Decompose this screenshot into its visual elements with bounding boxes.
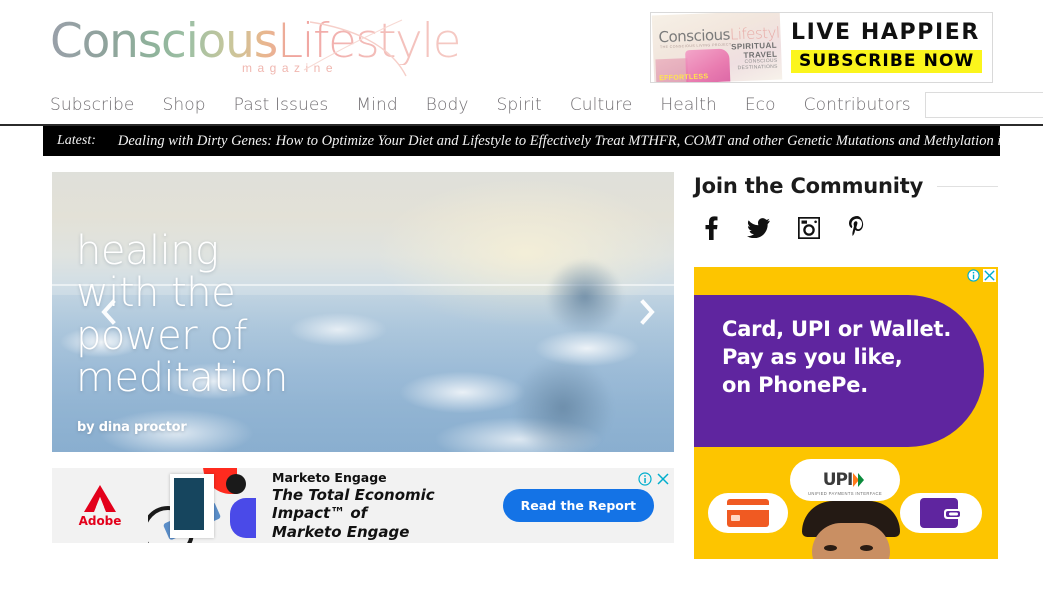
coverline-4: DESTINATIONS [737,63,778,72]
phonepe-ad-controls [967,269,996,282]
adobe-ad-copy: Marketo Engage The Total Economic Impact… [256,470,503,541]
site-logo[interactable]: ConsciousLifestyle magazine [50,12,460,77]
upi-subtitle: UNIFIED PAYMENTS INTERFACE [807,491,883,496]
carousel-prev-button[interactable] [94,292,124,332]
phonepe-ad[interactable]: Card, UPI or Wallet. Pay as you like, on… [694,267,998,559]
adobe-ad-kicker: Marketo Engage [272,470,387,486]
community-divider [937,185,998,187]
nav-item-eco[interactable]: Eco [731,95,790,115]
ad-info-icon[interactable] [638,472,652,486]
credit-card-icon [727,499,769,527]
nav-items: Subscribe Shop Past Issues Mind Body Spi… [50,95,925,115]
read-the-report-button[interactable]: Read the Report [502,489,654,522]
twitter-icon[interactable] [747,218,770,239]
model-eye-left [824,545,837,551]
hero-title-line-4: meditation [76,355,288,402]
wallet-badge [900,493,982,533]
ad-art-report-cover [170,474,214,538]
phonepe-model-photo [802,501,900,559]
adobe-a-icon [84,485,116,512]
instagram-icon[interactable] [797,216,821,240]
model-face [812,523,890,559]
site-header: ConsciousLifestyle magazine ConsciousLif… [0,0,1043,86]
model-eye-right [860,545,873,551]
phonepe-ad-copy: Card, UPI or Wallet. Pay as you like, on… [722,315,951,399]
nav-item-mind[interactable]: Mind [342,95,411,115]
adobe-ad-headline-line-1: The Total Economic Impact™ of [272,486,435,523]
logo-wordmark: ConsciousLifestyle [50,18,460,65]
phonepe-line-1: Card, UPI or Wallet. [722,317,952,341]
upi-badge: UPI UNIFIED PAYMENTS INTERFACE [790,459,900,501]
ticker-headline[interactable]: Dealing with Dirty Genes: How to Optimiz… [118,133,1000,150]
social-links [694,216,998,240]
join-community-header: Join the Community [694,174,998,198]
ad-art-report-inner [174,478,204,530]
carousel-next-button[interactable] [632,292,662,332]
banner-ad-copy: LIVE HAPPIER SUBSCRIBE NOW [781,19,992,74]
pinterest-icon[interactable] [848,216,866,240]
banner-ad-headline: LIVE HAPPIER [791,19,980,45]
search-input[interactable] [924,92,1043,118]
main-navigation: Subscribe Shop Past Issues Mind Body Spi… [0,86,1043,126]
magazine-cover-image: ConsciousLifestyle THE CONSCIOUS LIVING … [651,13,783,82]
community-title: Join the Community [694,174,924,198]
phonepe-line-2: Pay as you like, [722,345,903,370]
chevron-right-icon [640,299,655,325]
credit-card-badge [708,493,788,533]
hero-byline: by dina proctor [77,420,187,435]
content-column: healing with the power of meditation by … [52,172,674,559]
ad-info-icon[interactable] [967,269,980,282]
adobe-ad-headline-line-2: Marketo Engage [272,522,410,541]
wallet-icon [920,498,962,528]
logo-subtitle: magazine [242,61,339,75]
upi-logo-label: UPI [822,470,854,490]
adobe-ad-controls [638,472,670,486]
nav-item-past-issues[interactable]: Past Issues [220,95,343,115]
adobe-wordmark: Adobe [78,514,122,528]
ad-art-blue-shape [230,498,256,538]
subscribe-banner-ad[interactable]: ConsciousLifestyle THE CONSCIOUS LIVING … [650,12,993,83]
nav-item-contributors[interactable]: Contributors [790,95,925,115]
ticker-label: Latest: [57,133,96,148]
adobe-ad-headline: The Total Economic Impact™ of Marketo En… [272,486,503,541]
adobe-marketo-ad[interactable]: Adobe Marketo Engage The Total Economic … [52,468,674,543]
nav-item-spirit[interactable]: Spirit [483,95,556,115]
latest-news-ticker: Latest: Dealing with Dirty Genes: How to… [43,126,1000,156]
adobe-logo: Adobe [52,483,148,528]
hero-title-line-1: healing [76,228,219,274]
facebook-icon[interactable] [704,216,719,240]
hero-person-silhouette [504,250,659,452]
phonepe-line-3: on PhonePe. [722,373,869,398]
nav-item-shop[interactable]: Shop [148,95,219,115]
nav-item-body[interactable]: Body [412,95,483,115]
ad-close-icon[interactable] [656,472,670,486]
ad-art-dot [226,474,246,494]
nav-item-culture[interactable]: Culture [556,95,647,115]
cover-coverlines: SPIRITUAL TRAVEL CONSCIOUS DESTINATIONS [731,41,778,73]
ad-close-icon[interactable] [983,269,996,282]
banner-subscribe-button[interactable]: SUBSCRIBE NOW [791,49,983,74]
upi-logo-text: UPI [823,470,868,490]
main-content: healing with the power of meditation by … [0,156,1043,559]
chevron-left-icon [101,299,116,325]
nav-item-health[interactable]: Health [646,95,730,115]
adobe-ad-artwork [148,468,256,543]
header-search [924,92,1043,118]
hero-carousel[interactable]: healing with the power of meditation by … [52,172,674,452]
sidebar: Join the Community Card, UPI or Wallet. … [694,172,998,559]
nav-item-subscribe[interactable]: Subscribe [50,95,148,115]
upi-arrow-icon [853,473,865,487]
